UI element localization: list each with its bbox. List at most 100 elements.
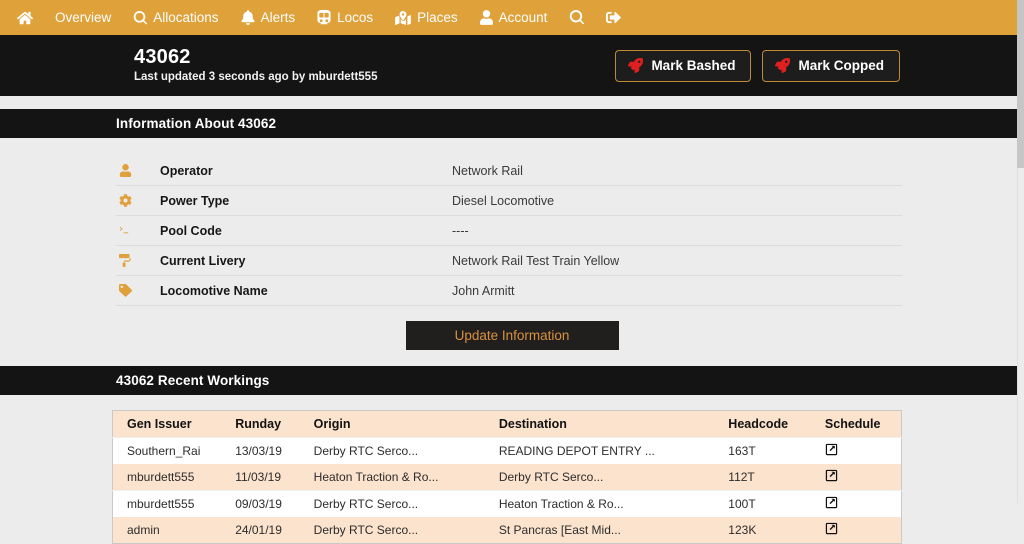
nav-overview[interactable]: Overview <box>44 0 122 35</box>
cell-gen-issuer: admin <box>112 517 222 544</box>
update-button-wrap: Update Information <box>0 306 1024 366</box>
cell-runday: 13/03/19 <box>221 437 300 464</box>
page-title: 43062 <box>134 46 191 68</box>
user-icon <box>479 10 493 25</box>
info-row-pool-code: Pool Code ---- <box>116 216 902 246</box>
nav-locos[interactable]: Locos <box>306 0 384 35</box>
mark-bashed-button[interactable]: Mark Bashed <box>615 49 752 82</box>
page-header-text: 43062 Last updated 3 seconds ago by mbur… <box>134 46 377 85</box>
cell-origin: Derby RTC Serco... <box>299 517 485 544</box>
column-header-origin[interactable]: Origin <box>299 410 485 438</box>
info-label-locomotive-name: Locomotive Name <box>160 283 268 298</box>
rocket-icon <box>628 58 644 73</box>
column-header-runday[interactable]: Runday <box>221 410 300 438</box>
nav-places[interactable]: Places <box>384 0 469 35</box>
header-section-gap <box>0 96 1024 109</box>
cell-headcode: 112T <box>714 464 811 491</box>
main-navbar: Overview Allocations Alerts Locos Places… <box>0 0 1024 35</box>
table-row[interactable]: admin 24/01/19 Derby RTC Serco... St Pan… <box>112 517 902 544</box>
page-scrollbar-thumb[interactable] <box>1017 0 1024 168</box>
nav-locos-label: Locos <box>337 10 374 25</box>
information-section-bar: Information About 43062 <box>0 109 1024 138</box>
nav-home[interactable] <box>6 0 44 35</box>
search-icon <box>569 10 585 25</box>
info-label-power-type: Power Type <box>160 193 230 208</box>
bell-icon <box>240 10 255 25</box>
nav-alerts[interactable]: Alerts <box>230 0 307 35</box>
recent-workings-table: Gen Issuer Runday Origin Destination Hea… <box>112 410 902 544</box>
info-value-power-type: Diesel Locomotive <box>452 193 555 208</box>
information-panel: Operator Network Rail Power Type Diesel … <box>0 138 1024 366</box>
info-row-locomotive-name: Locomotive Name John Armitt <box>116 276 902 306</box>
table-row[interactable]: mburdett555 09/03/19 Derby RTC Serco... … <box>112 490 902 517</box>
mark-copped-button[interactable]: Mark Copped <box>762 49 900 82</box>
gear-icon <box>116 194 160 207</box>
table-row[interactable]: Southern_Rai 13/03/19 Derby RTC Serco...… <box>112 437 902 464</box>
column-header-gen-issuer[interactable]: Gen Issuer <box>112 410 222 438</box>
nav-allocations[interactable]: Allocations <box>122 0 229 35</box>
page-header: 43062 Last updated 3 seconds ago by mbur… <box>0 35 1024 96</box>
cell-runday: 09/03/19 <box>221 490 300 517</box>
cell-runday: 11/03/19 <box>221 464 300 491</box>
cell-gen-issuer: mburdett555 <box>112 464 222 491</box>
cell-schedule <box>810 490 902 517</box>
nav-allocations-label: Allocations <box>153 10 219 25</box>
info-label-operator: Operator <box>160 163 213 178</box>
mark-bashed-label: Mark Bashed <box>651 57 736 73</box>
external-link-icon[interactable] <box>825 522 838 535</box>
table-header-row: Gen Issuer Runday Origin Destination Hea… <box>112 410 902 438</box>
cell-destination: St Pancras [East Mid... <box>484 517 715 544</box>
search-icon <box>133 10 148 25</box>
nav-overview-label: Overview <box>55 10 112 25</box>
page-scrollbar-track[interactable] <box>1017 0 1024 503</box>
table-body: Southern_Rai 13/03/19 Derby RTC Serco...… <box>112 437 902 544</box>
column-header-headcode[interactable]: Headcode <box>714 410 811 438</box>
page-header-actions: Mark Bashed Mark Copped <box>615 49 900 82</box>
sign-out-icon <box>606 10 622 25</box>
nav-alerts-label: Alerts <box>260 10 296 25</box>
recent-workings-table-wrap: Gen Issuer Runday Origin Destination Hea… <box>0 395 1024 544</box>
cell-origin: Derby RTC Serco... <box>299 490 485 517</box>
update-information-button[interactable]: Update Information <box>405 321 619 350</box>
external-link-icon[interactable] <box>825 469 838 482</box>
info-row-operator: Operator Network Rail <box>116 156 902 186</box>
column-header-destination[interactable]: Destination <box>484 410 715 438</box>
cell-headcode: 163T <box>714 437 811 464</box>
table-head: Gen Issuer Runday Origin Destination Hea… <box>112 410 902 438</box>
cell-origin: Heaton Traction & Ro... <box>299 464 485 491</box>
mark-copped-label: Mark Copped <box>798 57 884 73</box>
nav-search[interactable] <box>558 0 595 35</box>
cell-headcode: 123K <box>714 517 811 544</box>
cell-destination: Heaton Traction & Ro... <box>484 490 715 517</box>
external-link-icon[interactable] <box>825 443 838 456</box>
cell-schedule <box>810 437 902 464</box>
cell-destination: Derby RTC Serco... <box>484 464 715 491</box>
recent-workings-section-bar: 43062 Recent Workings <box>0 366 1024 395</box>
nav-account[interactable]: Account <box>469 0 559 35</box>
information-section-heading: Information About 43062 <box>116 116 277 131</box>
cell-gen-issuer: Southern_Rai <box>112 437 222 464</box>
user-icon <box>116 164 160 177</box>
cell-schedule <box>810 517 902 544</box>
information-rows: Operator Network Rail Power Type Diesel … <box>116 156 902 306</box>
nav-places-label: Places <box>417 10 458 25</box>
terminal-icon <box>116 224 160 237</box>
info-value-locomotive-name: John Armitt <box>452 283 515 298</box>
rocket-icon <box>775 58 791 73</box>
info-label-current-livery: Current Livery <box>160 253 246 268</box>
column-header-schedule[interactable]: Schedule <box>810 410 902 438</box>
cell-origin: Derby RTC Serco... <box>299 437 485 464</box>
map-marked-icon <box>395 10 411 25</box>
cell-runday: 24/01/19 <box>221 517 300 544</box>
info-value-pool-code: ---- <box>452 223 469 238</box>
recent-workings-heading: 43062 Recent Workings <box>116 373 270 388</box>
cell-headcode: 100T <box>714 490 811 517</box>
info-value-current-livery: Network Rail Test Train Yellow <box>452 253 620 268</box>
info-row-current-livery: Current Livery Network Rail Test Train Y… <box>116 246 902 276</box>
home-icon <box>17 10 33 26</box>
cell-gen-issuer: mburdett555 <box>112 490 222 517</box>
train-icon <box>317 10 331 25</box>
table-row[interactable]: mburdett555 11/03/19 Heaton Traction & R… <box>112 464 902 491</box>
nav-logout[interactable] <box>595 0 632 35</box>
info-label-pool-code: Pool Code <box>160 223 222 238</box>
